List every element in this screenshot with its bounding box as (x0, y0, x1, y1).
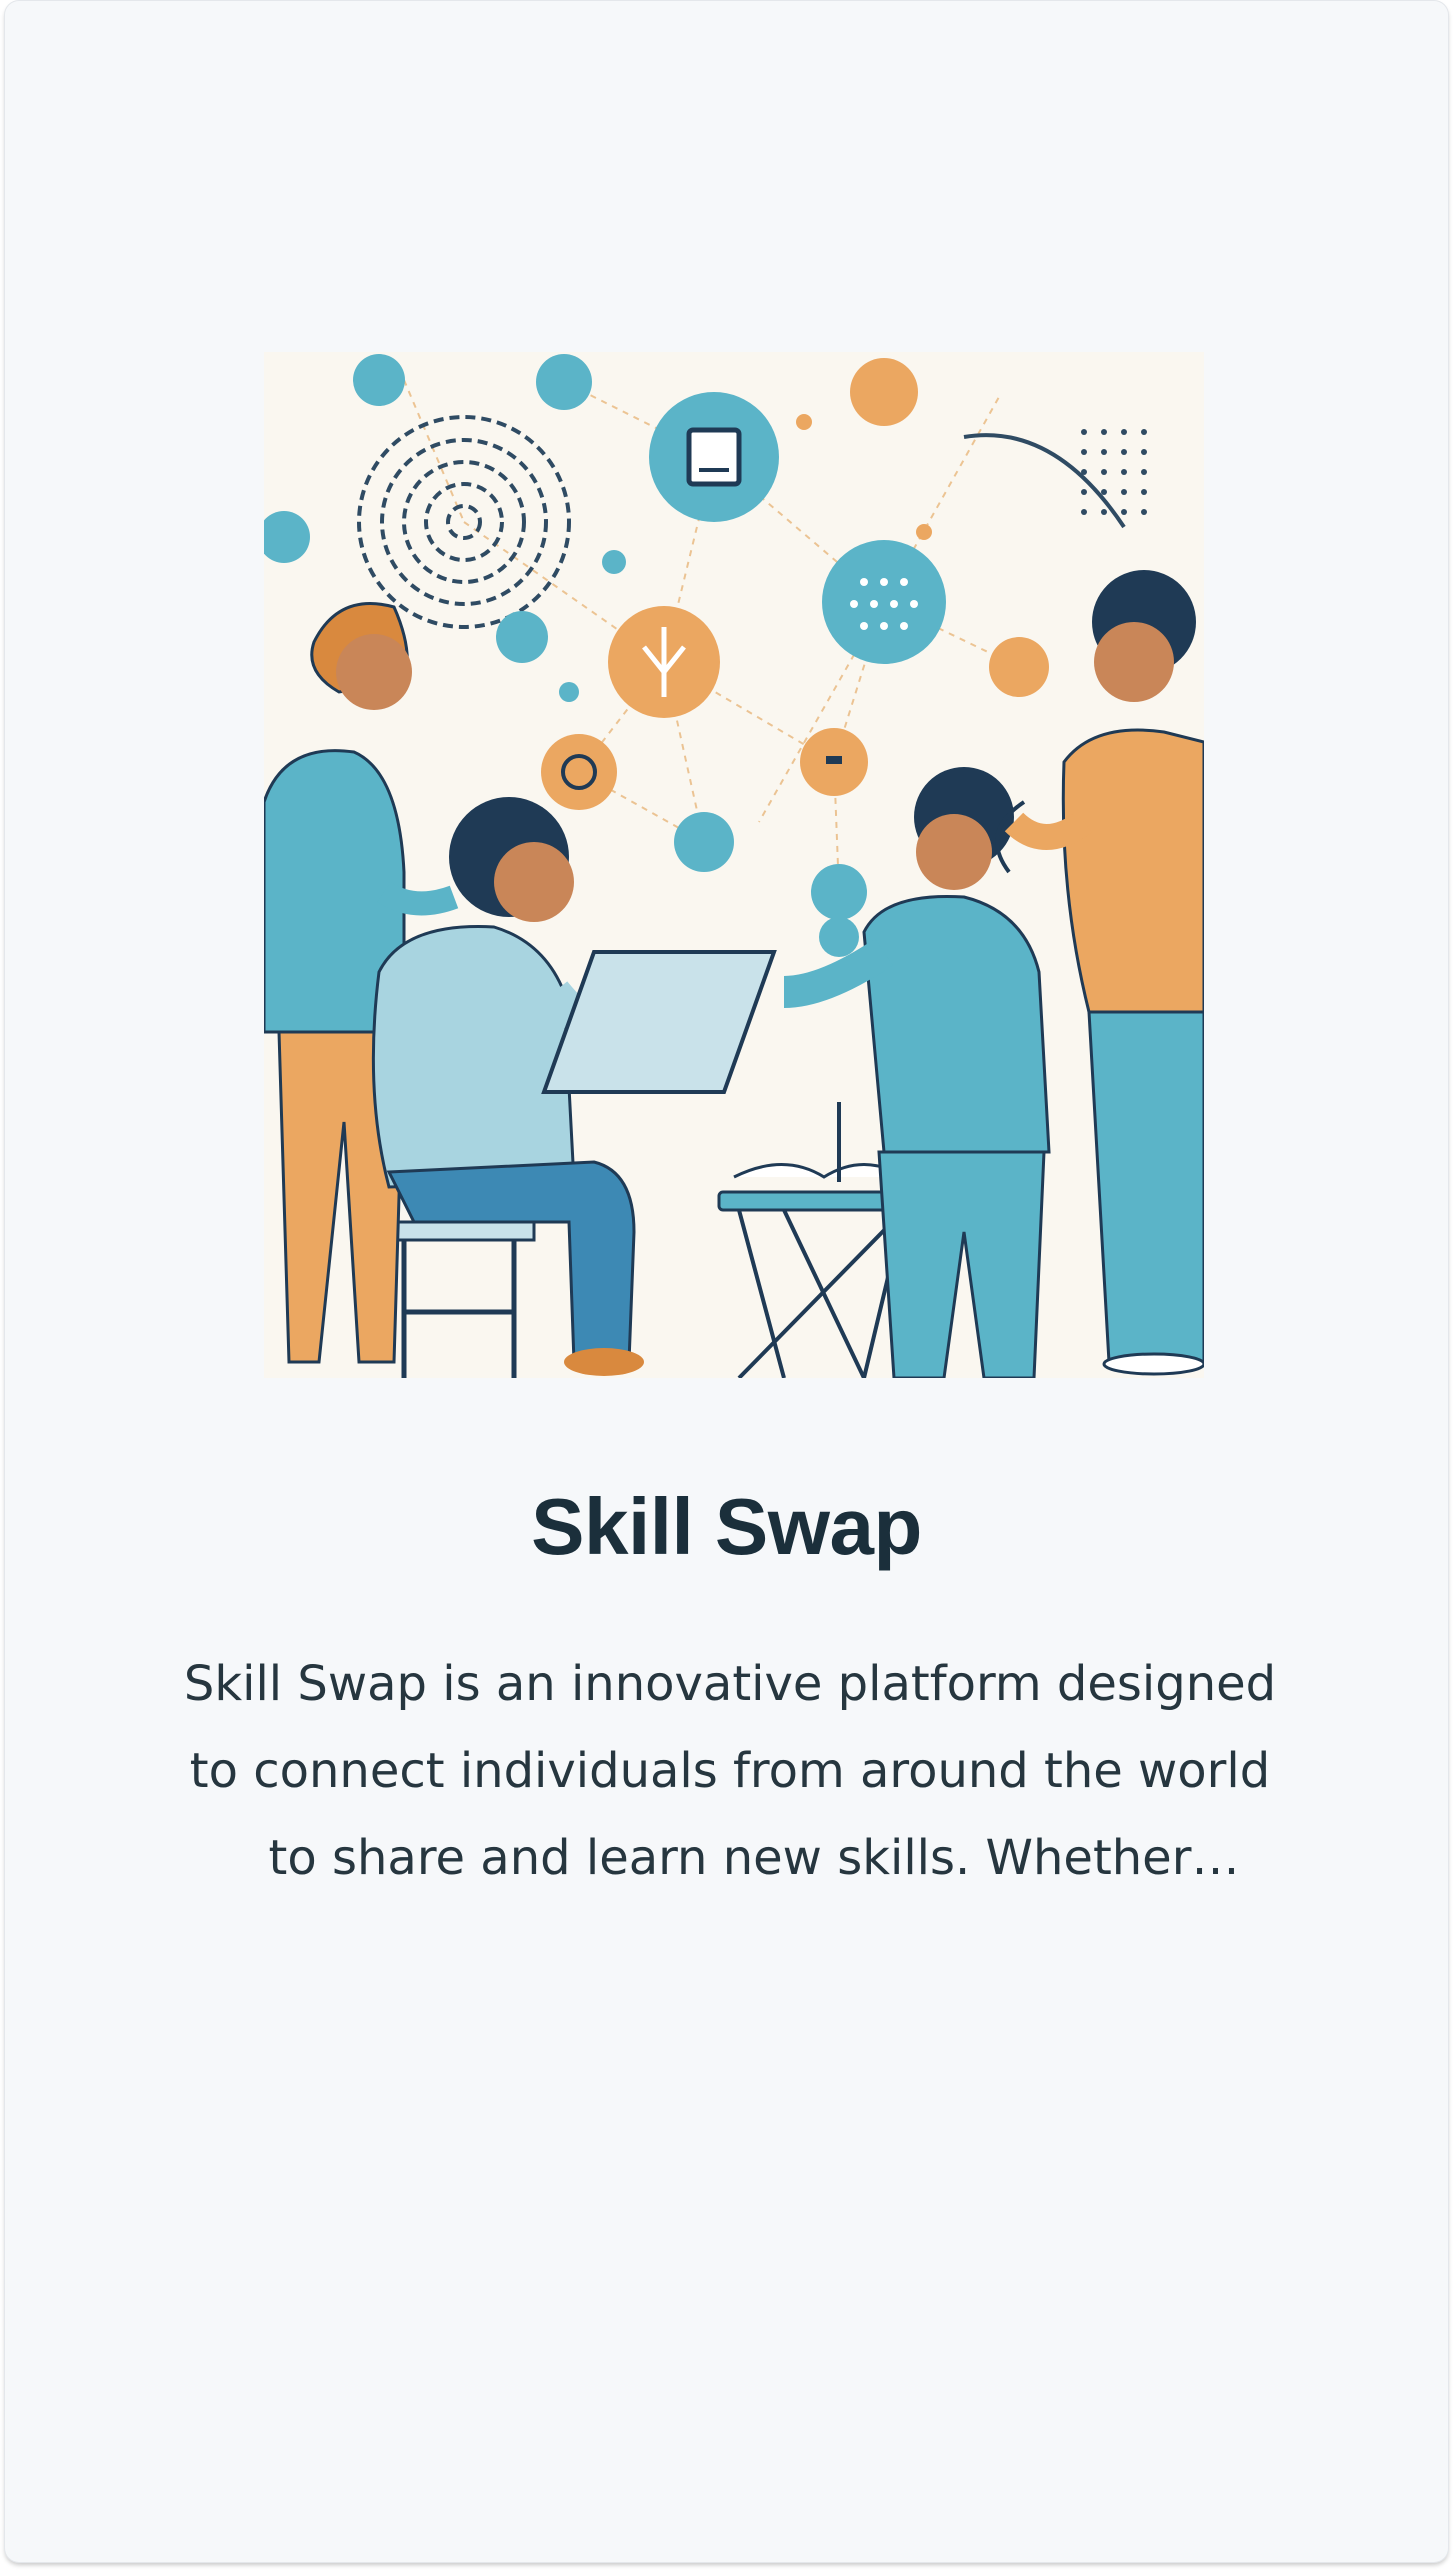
card-illustration (264, 352, 1204, 1378)
project-description: Skill Swap is an innovative platform des… (183, 1656, 1277, 1886)
skill-network-illustration (264, 354, 1204, 1378)
project-card[interactable]: Skill Swap Skill Swap is an innovative p… (5, 1, 1448, 2562)
project-title: Skill Swap (531, 1482, 922, 1571)
